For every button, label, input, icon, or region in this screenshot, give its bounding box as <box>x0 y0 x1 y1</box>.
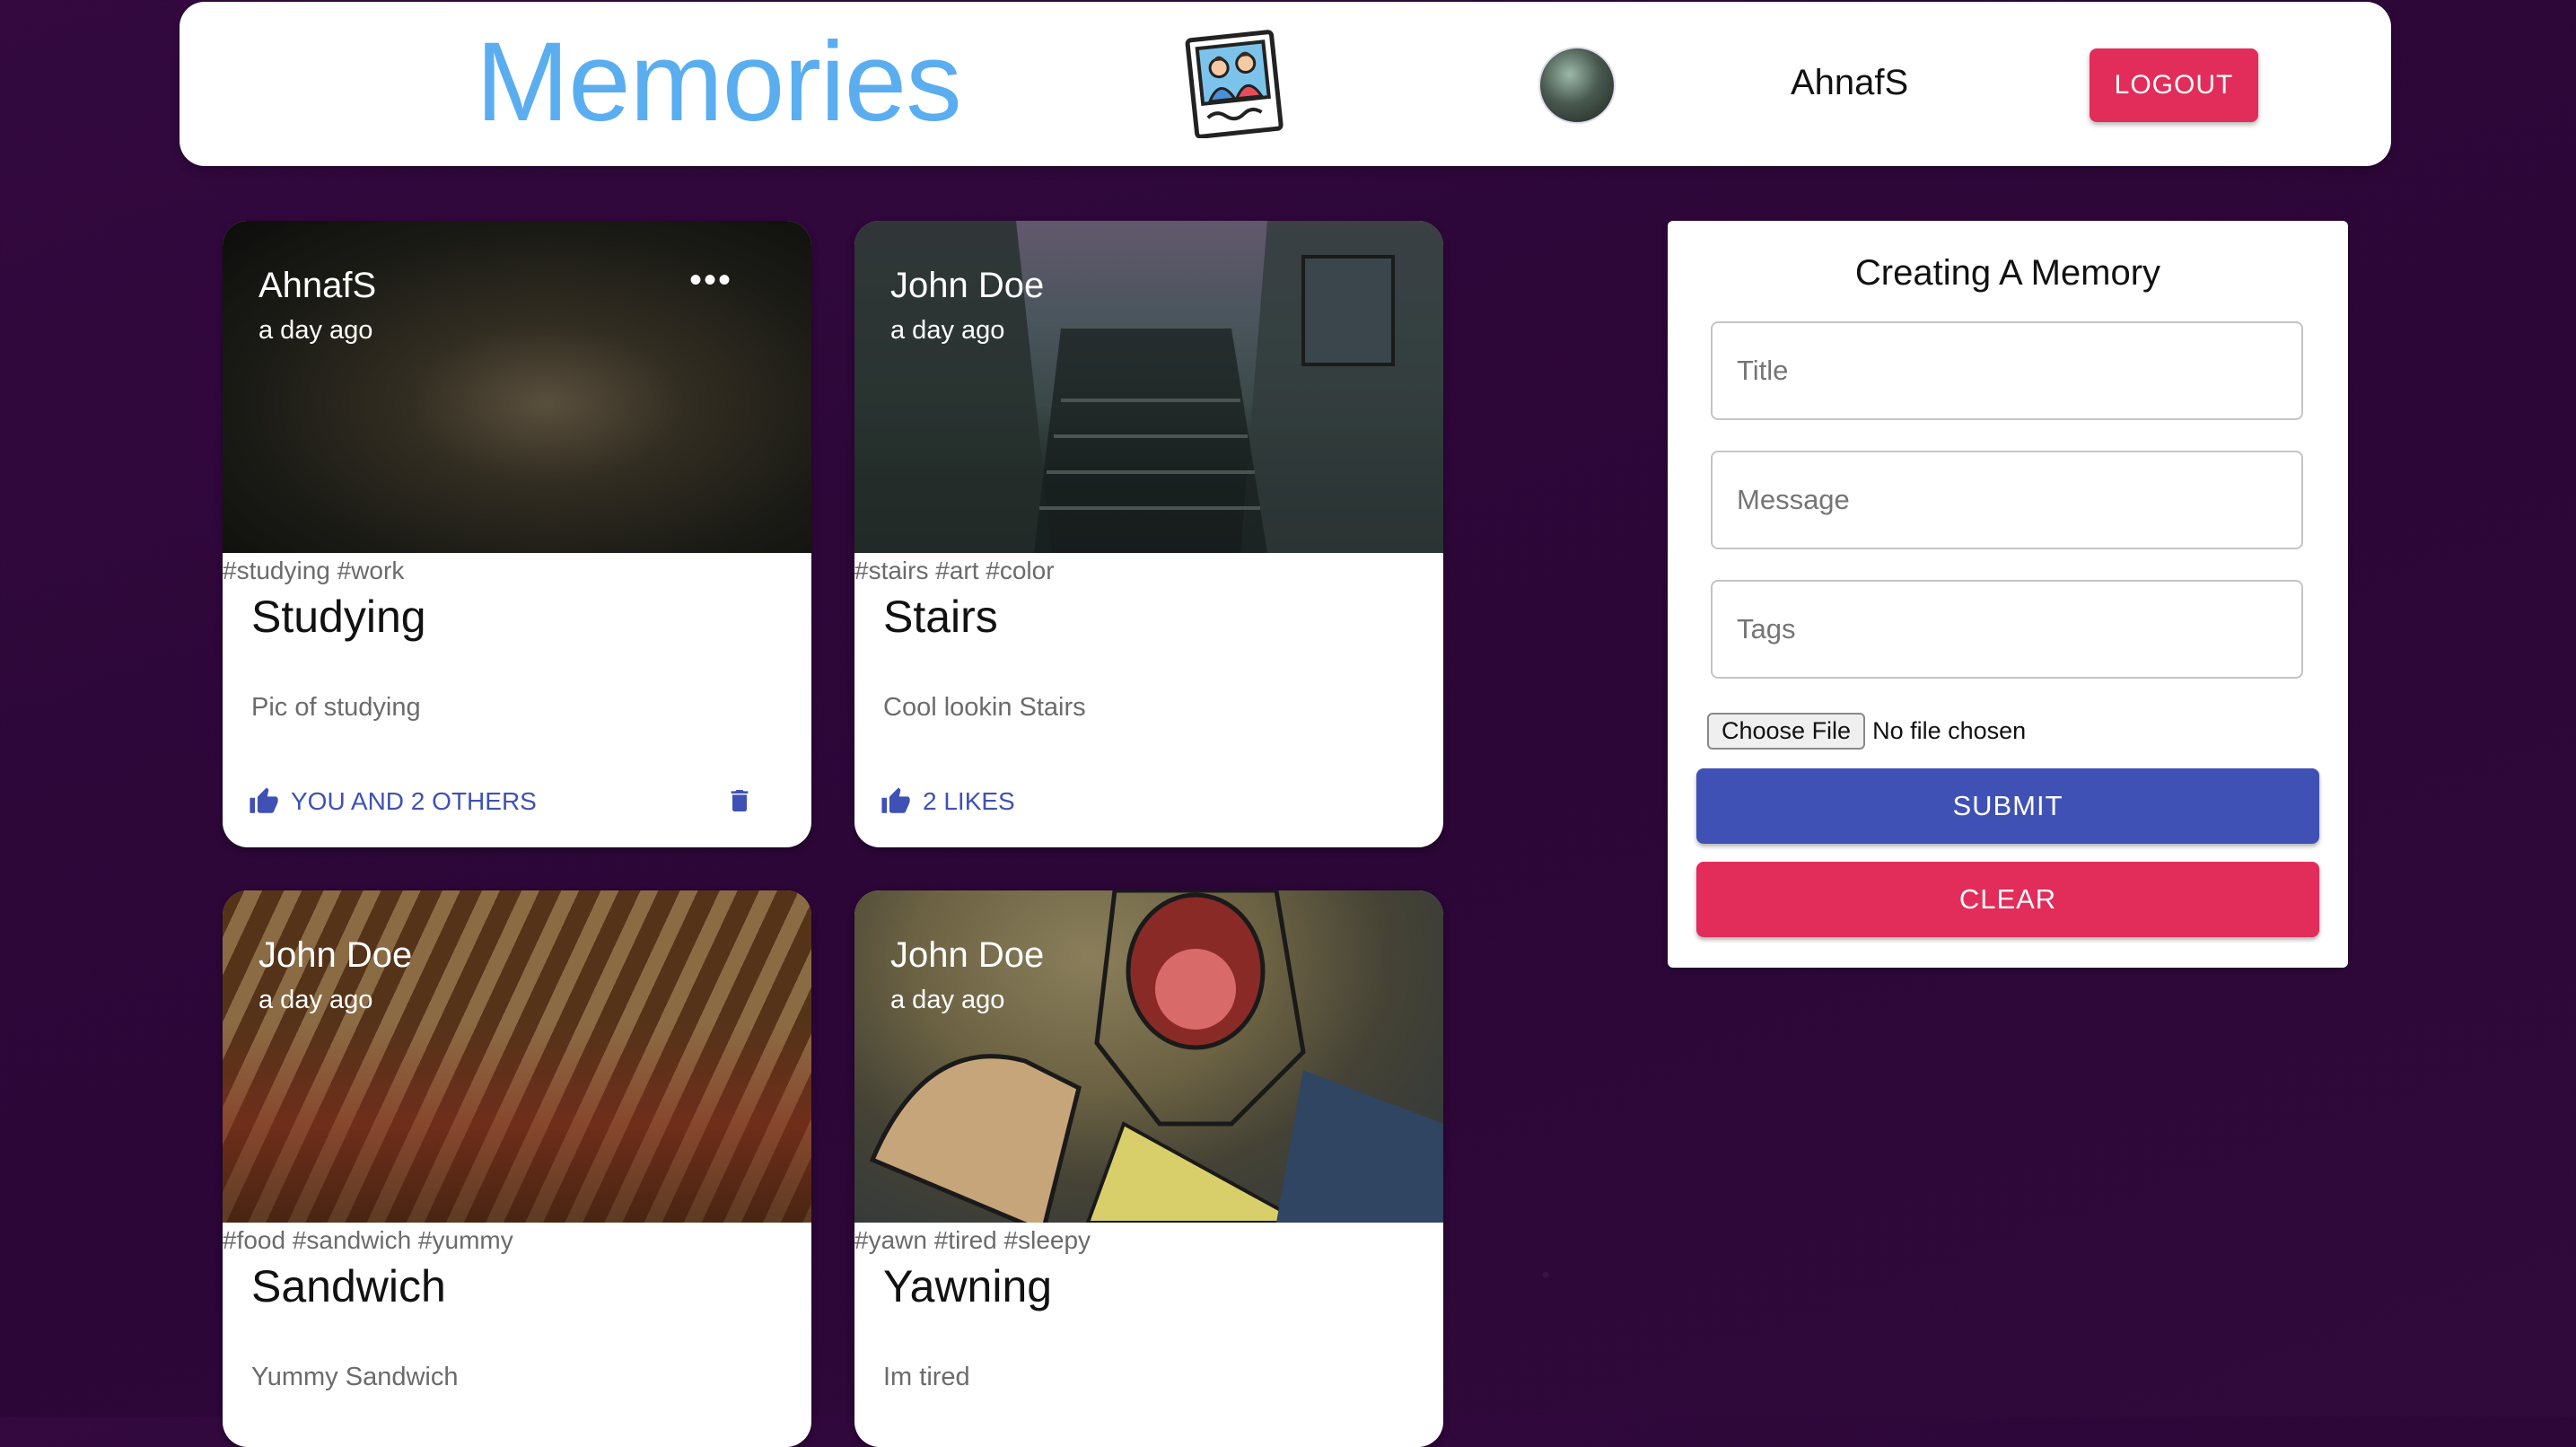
more-horizontal-icon[interactable]: ••• <box>689 260 732 301</box>
card-message: Im tired <box>883 1363 970 1391</box>
tags-field[interactable]: Tags <box>1711 580 2303 679</box>
submit-button[interactable]: SUBMIT <box>1696 768 2319 844</box>
like-button[interactable]: 2 LIKES <box>880 786 1015 817</box>
app-bar: Memories AhnafS LOGOUT <box>180 2 2391 166</box>
card-author: AhnafS <box>258 266 377 305</box>
thumb-up-icon <box>881 787 910 813</box>
app-title[interactable]: Memories <box>476 11 962 154</box>
message-field[interactable]: Message <box>1711 451 2303 549</box>
create-memory-form: Creating A Memory Title Message Tags Cho… <box>1668 221 2348 968</box>
like-button[interactable]: YOU AND 2 OTHERS <box>248 786 537 817</box>
memory-card[interactable]: John Doe a day ago #food #sandwich #yumm… <box>223 890 811 1447</box>
username: AhnafS <box>1791 63 1909 102</box>
card-time: a day ago <box>890 316 1005 345</box>
card-time: a day ago <box>258 316 373 345</box>
card-title: Studying <box>251 592 426 642</box>
clear-button[interactable]: CLEAR <box>1696 862 2319 937</box>
card-title: Sandwich <box>251 1261 446 1311</box>
avatar[interactable] <box>1538 47 1616 124</box>
card-tags: #yawn #tired #sleepy <box>854 1226 1091 1254</box>
logout-button[interactable]: LOGOUT <box>2090 48 2258 122</box>
file-status: No file chosen <box>1872 717 2027 744</box>
card-author: John Doe <box>890 266 1045 305</box>
card-message: Yummy Sandwich <box>251 1363 459 1391</box>
file-input: Choose File No file chosen <box>1707 713 2026 750</box>
trash-icon[interactable] <box>725 785 754 817</box>
like-label: YOU AND 2 OTHERS <box>291 787 537 815</box>
card-tags: #stairs #art #color <box>854 557 1055 584</box>
photo-memories-icon <box>1185 30 1284 138</box>
card-tags: #studying #work <box>223 557 405 584</box>
card-author: John Doe <box>258 935 413 975</box>
thumb-up-icon <box>250 787 278 813</box>
memory-card[interactable]: John Doe a day ago #yawn #tired #sleepy … <box>854 890 1443 1447</box>
card-time: a day ago <box>258 986 373 1014</box>
card-title: Stairs <box>883 592 998 642</box>
card-tags: #food #sandwich #yummy <box>223 1226 513 1254</box>
memory-card[interactable]: John Doe a day ago #stairs #art #color S… <box>854 221 1443 847</box>
like-label: 2 LIKES <box>923 787 1015 815</box>
card-time: a day ago <box>890 986 1005 1014</box>
card-message: Cool lookin Stairs <box>883 693 1086 722</box>
form-heading: Creating A Memory <box>1854 253 2161 293</box>
card-author: John Doe <box>890 935 1045 975</box>
title-field[interactable]: Title <box>1711 321 2303 420</box>
card-title: Yawning <box>883 1261 1053 1311</box>
choose-file-button[interactable]: Choose File <box>1707 713 1866 750</box>
card-message: Pic of studying <box>251 693 421 722</box>
memory-card[interactable]: AhnafS a day ago ••• #studying #work Stu… <box>223 221 811 847</box>
